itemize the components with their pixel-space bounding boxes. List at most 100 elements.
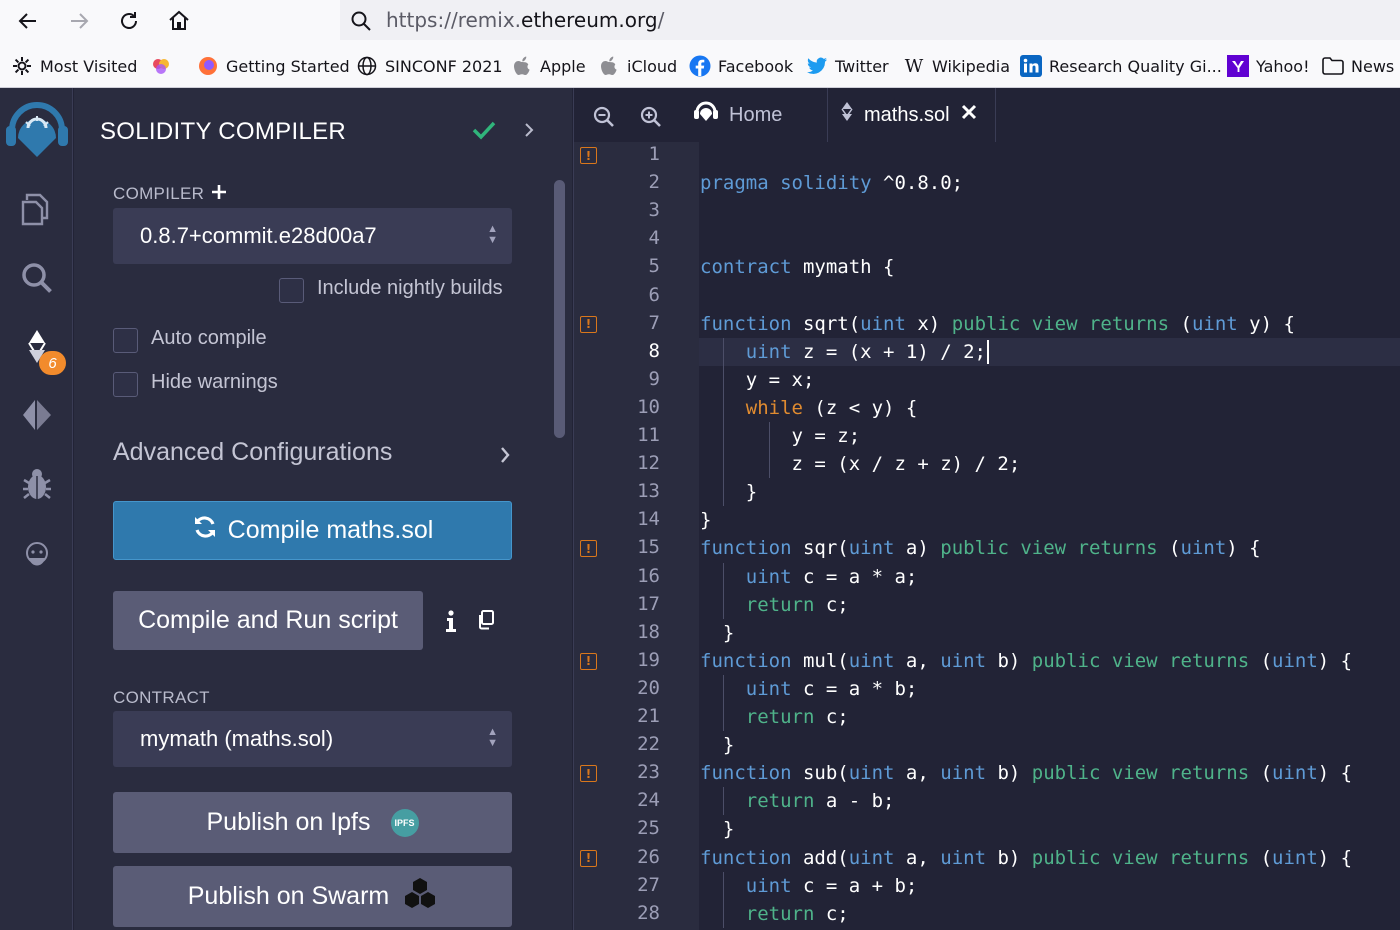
hide-warnings-label: Hide warnings (151, 371, 278, 393)
code-token: return (745, 593, 826, 616)
line-number: 4 (648, 227, 660, 250)
line-number: 19 (637, 648, 660, 671)
line-number: 5 (648, 255, 660, 278)
code-line: function sqrt(uint x) public view return… (700, 310, 1295, 338)
code-token: returns (1077, 537, 1170, 560)
code-token: public view (1031, 846, 1170, 869)
line-number: 26 (637, 845, 660, 868)
forward-arrow-icon[interactable] (62, 4, 96, 38)
line-number: 14 (637, 508, 660, 531)
deploy-run-icon[interactable] (0, 398, 73, 432)
code-token: uint (745, 677, 803, 700)
warning-marker-icon[interactable]: ! (580, 147, 597, 164)
code-line: function mul(uint a, uint b) public view… (700, 647, 1352, 675)
line-number-gutter: 1! 2 3 4 5 6 7! 8 9 10 11 12 13 14 15! 16 17 18 19! 20 21 22 2… (574, 142, 699, 930)
compiler-label: COMPILER (113, 184, 205, 203)
code-line: pragma solidity ^0.8.0; (700, 169, 963, 197)
tab-maths-sol[interactable]: maths.sol (840, 88, 978, 142)
tab-home[interactable]: Home (693, 88, 782, 142)
facebook-icon (689, 55, 711, 77)
debugger-bug-icon[interactable] (0, 466, 73, 502)
add-compiler-plus-icon[interactable] (210, 183, 228, 206)
remix-logo-icon[interactable] (0, 98, 73, 160)
publish-swarm-button[interactable]: Publish on Swarm (113, 866, 512, 927)
line-number: 21 (637, 705, 660, 727)
close-tab-icon[interactable] (960, 103, 978, 127)
back-arrow-icon[interactable] (11, 4, 45, 38)
bookmark-most-visited[interactable]: Most Visited (11, 54, 137, 78)
code-token: ) { (1317, 846, 1353, 869)
search-icon[interactable] (0, 261, 73, 295)
url-text[interactable]: https://remix.ethereum.org/ (386, 8, 664, 32)
firefox-icon (197, 55, 219, 77)
warning-marker-icon[interactable]: ! (580, 765, 597, 783)
line-number: 17 (637, 592, 660, 615)
compile-and-run-button[interactable]: Compile and Run script (113, 591, 423, 650)
zoom-out-icon[interactable] (593, 106, 615, 133)
warning-marker-icon[interactable]: ! (580, 849, 597, 867)
nightly-builds-checkbox[interactable] (279, 278, 304, 303)
code-token: (z < y) { (814, 396, 918, 419)
solidity-file-icon (840, 101, 854, 129)
code-line: } (700, 506, 711, 534)
plugin-avatar-icon[interactable] (0, 540, 73, 572)
warning-marker-icon[interactable]: ! (580, 315, 597, 333)
code-token: } (700, 818, 735, 841)
code-token: uint (848, 649, 906, 672)
bookmark-sinconf[interactable]: SINCONF 2021 (356, 54, 503, 78)
warning-marker-icon[interactable]: ! (580, 652, 597, 670)
compiler-version-select[interactable]: 0.8.7+commit.e28d00a7 ▲ ▼ (113, 208, 512, 264)
code-token: uint (940, 846, 998, 869)
bookmark-colorful[interactable] (150, 54, 172, 78)
code-token: sqrt( (802, 312, 861, 335)
bookmark-icloud[interactable]: iCloud (598, 54, 677, 78)
file-explorer-icon[interactable] (0, 191, 73, 227)
reload-icon[interactable] (112, 4, 146, 38)
swarm-logo-icon (403, 876, 437, 917)
auto-compile-checkbox[interactable] (113, 328, 138, 353)
code-token: a - b; (825, 790, 895, 813)
refresh-icon (192, 514, 218, 547)
code-token: ( (1260, 762, 1273, 785)
bookmark-facebook[interactable]: Facebook (689, 54, 793, 78)
compiler-panel: SOLIDITY COMPILER COMPILER 0.8.7+commit.… (74, 88, 572, 930)
code-token: a, (905, 846, 941, 869)
bookmark-wikipedia[interactable]: W Wikipedia (903, 54, 1010, 78)
warnings-count-badge: 6 (39, 351, 66, 375)
bookmark-apple[interactable]: Apple (511, 54, 586, 78)
contract-select[interactable]: mymath (maths.sol) ▲ ▼ (113, 711, 512, 767)
code-token: x) (917, 312, 952, 335)
bookmark-folder-news[interactable]: News (1322, 54, 1394, 78)
advanced-configurations-toggle[interactable]: Advanced Configurations (113, 438, 392, 467)
code-editor: Home maths.sol 1! 2 3 4 5 6 7! 8 9 10 11 12 13 14 15! 1… (573, 88, 1400, 930)
collapse-panel-chevron-icon[interactable] (522, 121, 536, 144)
bookmark-twitter[interactable]: Twitter (806, 54, 889, 78)
publish-ipfs-button[interactable]: Publish on Ipfs IPFS (113, 792, 512, 853)
warning-marker-icon[interactable]: ! (580, 540, 597, 558)
code-token: return (745, 902, 826, 925)
zoom-in-icon[interactable] (640, 106, 662, 133)
editor-tab-bar: Home maths.sol (574, 88, 1400, 142)
chevron-right-icon[interactable] (498, 445, 512, 470)
panel-scrollbar[interactable] (554, 180, 565, 438)
browser-toolbar: https://remix.ethereum.org/ (0, 0, 1400, 42)
code-token: b) (997, 762, 1032, 785)
compile-button[interactable]: Compile maths.sol (113, 501, 512, 560)
bookmark-research-quality[interactable]: Research Quality Gi... (1020, 54, 1222, 78)
bookmark-getting-started[interactable]: Getting Started (197, 54, 350, 78)
bookmark-yahoo[interactable]: Yahoo! (1227, 54, 1310, 78)
home-icon[interactable] (162, 4, 196, 38)
hide-warnings-checkbox[interactable] (113, 372, 138, 397)
copy-icon[interactable] (477, 610, 495, 635)
code-token: ( (1169, 537, 1181, 560)
code-token: public view (1031, 762, 1170, 785)
info-icon[interactable] (445, 609, 457, 638)
code-area[interactable]: pragma solidity ^0.8.0; contract mymath {… (699, 142, 1400, 930)
code-token: ( (1260, 649, 1273, 672)
code-line: } (700, 731, 734, 759)
code-token: uint (1272, 846, 1318, 869)
code-token: mymath { (802, 256, 895, 279)
